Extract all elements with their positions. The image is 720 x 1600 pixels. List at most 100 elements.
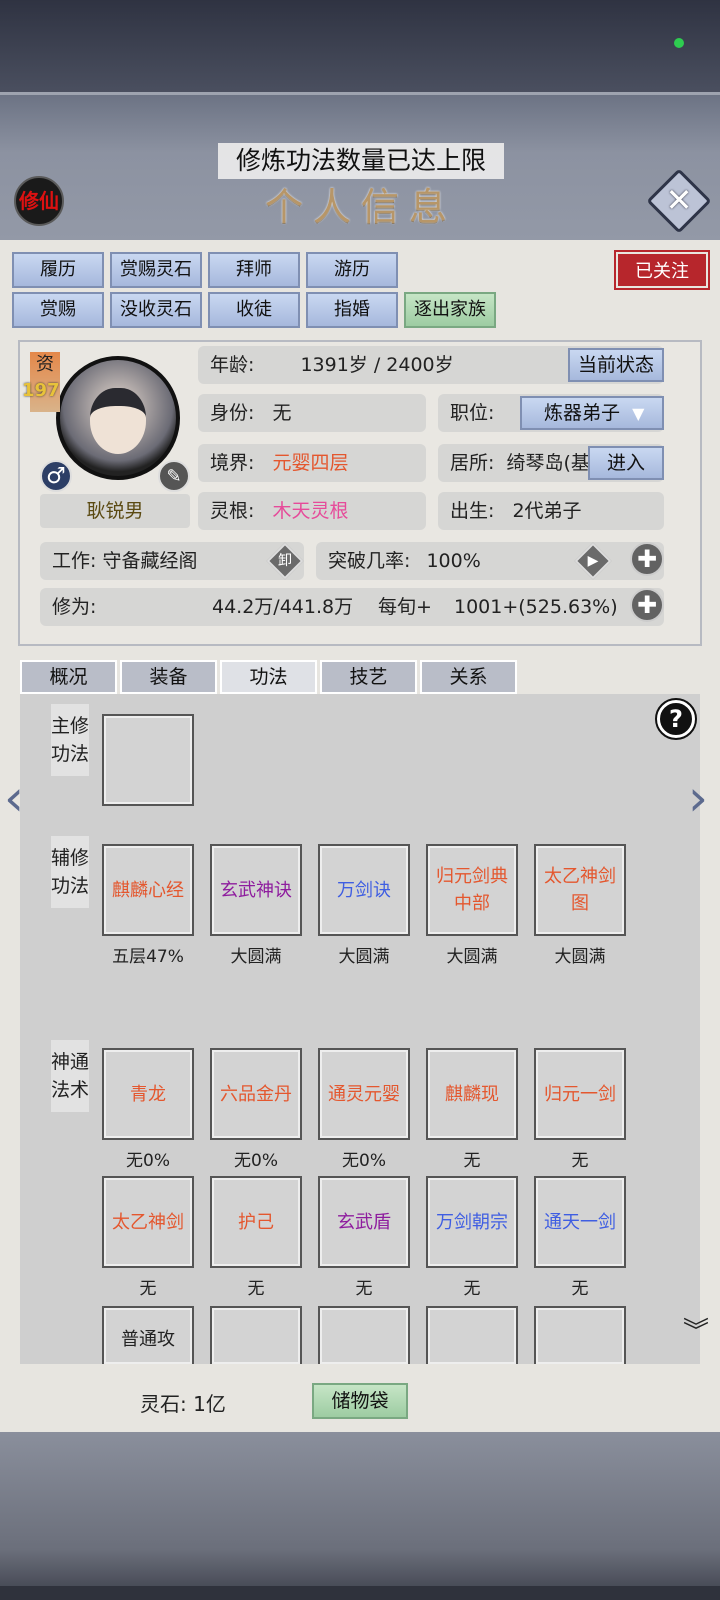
male-gender-icon: ♂ (40, 460, 72, 492)
residence-label: 居所: (450, 452, 495, 474)
unload-icon: 卸 (278, 553, 292, 569)
game-seal-logo: 修仙 (14, 176, 64, 226)
cultivation-plus-button[interactable]: ✚ (630, 588, 664, 622)
unload-work-button[interactable]: 卸 (266, 542, 304, 580)
magic_skills-level: 无 (247, 1279, 265, 1299)
current-status-button[interactable]: 当前状态 (568, 348, 664, 382)
breakthrough-row: 突破几率: 100% (316, 542, 664, 580)
aux_skills-slot[interactable]: 玄武神诀 (210, 844, 302, 936)
action-button[interactable]: 赏赐灵石 (110, 252, 202, 288)
tab-4[interactable]: 关系 (420, 660, 517, 694)
magic_skills-slot[interactable]: 护己 (210, 1176, 302, 1268)
magic_skills-name: 青龙 (130, 1083, 166, 1105)
breakthrough-plus-button[interactable]: ✚ (630, 542, 664, 576)
follow-button[interactable]: 已关注 (614, 250, 710, 290)
birth-value: 2代弟子 (512, 500, 582, 522)
aux_skills-slot[interactable]: 麒麟心经 (102, 844, 194, 936)
aptitude-value: 197 (22, 380, 60, 401)
magic_skills-slot[interactable]: 通灵元婴 (318, 1048, 410, 1140)
section-aux-technique: 辅修功法 (51, 836, 89, 908)
magic_skills-name: 六品金丹 (220, 1083, 292, 1105)
aux_skills-level: 大圆满 (230, 947, 282, 967)
position-label: 职位: (450, 402, 495, 424)
prev-character-arrow-icon[interactable]: ‹ (4, 772, 34, 830)
aux_skills-name: 万剑诀 (337, 879, 391, 901)
birth-label: 出生: (450, 500, 495, 522)
section-magic-arts: 神通法术 (51, 1040, 89, 1112)
enter-residence-button[interactable]: 进入 (588, 446, 664, 480)
magic_skills-slot[interactable]: 六品金丹 (210, 1048, 302, 1140)
magic_skills-slot[interactable] (318, 1306, 410, 1364)
aux_skills-level: 大圆满 (446, 947, 498, 967)
breakthrough-label: 突破几率: (328, 550, 411, 572)
action-button[interactable]: 逐出家族 (404, 292, 496, 328)
magic_skills-slot[interactable] (534, 1306, 626, 1364)
work-value: 守备藏经阁 (102, 550, 198, 572)
realm-value: 元婴四层 (272, 452, 349, 474)
notification-dot-icon (674, 38, 684, 48)
main-technique-slot[interactable] (102, 714, 194, 806)
cultivation-label: 修为: (52, 596, 97, 618)
aux_skills-name: 归元剑典中部 (436, 866, 508, 914)
magic_skills-slot[interactable]: 归元一剑 (534, 1048, 626, 1140)
toast-message: 修炼功法数量已达上限 (218, 143, 504, 179)
breakthrough-play-button[interactable]: ▶ (574, 542, 612, 580)
spirit-root-value: 木天灵根 (272, 500, 349, 522)
spirit-root-label: 灵根: (210, 500, 255, 522)
magic_skills-slot[interactable]: 普通攻 (102, 1306, 194, 1364)
magic_skills-slot[interactable]: 青龙 (102, 1048, 194, 1140)
action-button[interactable]: 拜师 (208, 252, 300, 288)
magic_skills-level: 无 (571, 1279, 589, 1299)
aux_skills-slot[interactable]: 太乙神剑图 (534, 844, 626, 936)
magic_skills-slot[interactable]: 万剑朝宗 (426, 1176, 518, 1268)
identity-value: 无 (272, 402, 292, 424)
storage-bag-button[interactable]: 储物袋 (312, 1383, 408, 1419)
aux_skills-slot[interactable]: 万剑诀 (318, 844, 410, 936)
footer-background (0, 1432, 720, 1600)
aux_skills-slot[interactable]: 归元剑典中部 (426, 844, 518, 936)
action-button[interactable]: 收徒 (208, 292, 300, 328)
close-icon: ✕ (665, 181, 693, 219)
tab-3[interactable]: 技艺 (320, 660, 417, 694)
action-button[interactable]: 指婚 (306, 292, 398, 328)
rename-pen-icon[interactable]: ✎ (158, 460, 190, 492)
magic_skills-level: 无 (139, 1279, 157, 1299)
magic_skills-name: 万剑朝宗 (436, 1211, 508, 1233)
scroll-down-icon[interactable]: ︾ (678, 1319, 714, 1345)
per-turn-label: 每旬+ (378, 596, 432, 618)
magic_skills-slot[interactable]: 太乙神剑 (102, 1176, 194, 1268)
tab-2[interactable]: 功法 (220, 660, 317, 694)
magic_skills-slot[interactable] (210, 1306, 302, 1364)
position-dropdown[interactable]: 炼器弟子 ▼ (520, 396, 664, 430)
birth-row: 出生: 2代弟子 (438, 492, 664, 530)
spirit-stone-count: 灵石: 1亿 (140, 1392, 226, 1416)
age-label: 年龄: (210, 354, 255, 376)
portrait-face (90, 388, 146, 454)
chevron-down-icon: ▼ (632, 404, 645, 423)
magic_skills-name: 麒麟现 (445, 1083, 499, 1105)
tab-1[interactable]: 装备 (120, 660, 217, 694)
position-value: 炼器弟子 (544, 402, 621, 424)
magic_skills-level: 无0% (126, 1151, 170, 1171)
action-button[interactable]: 游历 (306, 252, 398, 288)
magic_skills-slot[interactable]: 通天一剑 (534, 1176, 626, 1268)
action-button[interactable]: 没收灵石 (110, 292, 202, 328)
magic_skills-slot[interactable] (426, 1306, 518, 1364)
character-name: 耿锐男 (40, 494, 190, 528)
magic_skills-slot[interactable]: 麒麟现 (426, 1048, 518, 1140)
magic_skills-slot[interactable]: 玄武盾 (318, 1176, 410, 1268)
work-row: 工作: 守备藏经阁 (40, 542, 304, 580)
help-icon[interactable]: ? (655, 698, 697, 740)
magic_skills-level: 无 (355, 1279, 373, 1299)
realm-label: 境界: (210, 452, 255, 474)
footer-edge (0, 1586, 720, 1600)
per-turn-value: 1001+(525.63%) (454, 596, 618, 618)
next-character-arrow-icon[interactable]: › (688, 772, 718, 830)
tab-0[interactable]: 概况 (20, 660, 117, 694)
magic_skills-name: 通天一剑 (544, 1211, 616, 1233)
action-button[interactable]: 履历 (12, 252, 104, 288)
work-label: 工作: (52, 550, 97, 572)
aux_skills-name: 玄武神诀 (220, 879, 292, 901)
magic_skills-level: 无 (463, 1279, 481, 1299)
action-button[interactable]: 赏赐 (12, 292, 104, 328)
